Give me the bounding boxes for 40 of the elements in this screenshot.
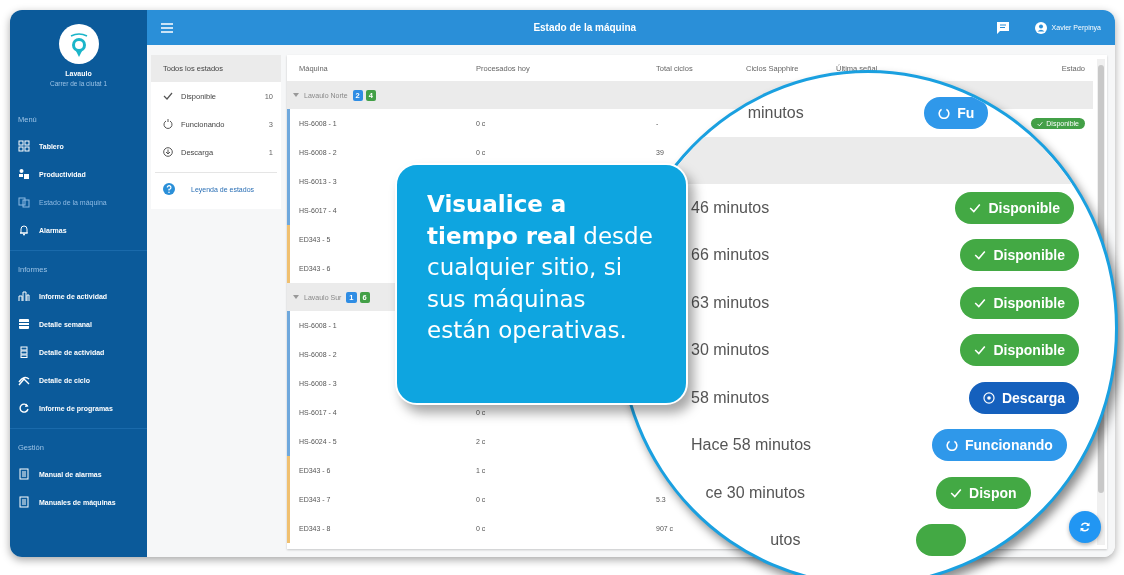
last-signal: minutos — [747, 103, 804, 122]
account-icon — [1034, 21, 1047, 34]
status-badge — [915, 524, 966, 557]
logo-icon — [58, 24, 99, 64]
last-signal: 58 minutos — [691, 388, 770, 407]
last-signal: 30 minutos — [691, 341, 770, 360]
check-icon — [163, 91, 173, 101]
last-signal: ce 30 minutos — [705, 483, 806, 502]
menu-icon[interactable] — [161, 22, 173, 33]
bars-icon — [18, 290, 30, 302]
status-badge: Disponible — [960, 334, 1079, 367]
status-badge: Disponible — [955, 191, 1075, 224]
last-signal: 46 minutos — [691, 198, 770, 217]
doc-icon — [18, 468, 30, 480]
last-signal: 63 minutos — [691, 293, 770, 312]
status-badge: Fu — [924, 96, 989, 129]
refresh-icon — [18, 402, 30, 414]
last-signal: utos — [770, 531, 801, 550]
page-title: Estado de la máquina — [532, 22, 638, 33]
cycle-icon — [18, 374, 30, 386]
spinner-icon — [163, 119, 173, 129]
table-icon — [18, 318, 30, 330]
status-badge: Descarga — [968, 381, 1079, 414]
last-signal: Hace 58 minutos — [691, 436, 812, 455]
bell-icon — [18, 224, 30, 236]
status-badge: Disponible — [960, 239, 1079, 272]
doc-icon — [18, 496, 30, 508]
stack-icon — [18, 346, 30, 358]
people-icon — [18, 168, 30, 180]
callout-text: Visualice a tiempo real desde cualquier sitio, si sus máquinas están operativas. — [427, 190, 654, 345]
machines-icon — [18, 196, 30, 208]
status-badge: Disponible — [960, 286, 1079, 319]
last-signal: 66 minutos — [691, 246, 770, 265]
help-icon — [163, 183, 175, 195]
refresh-icon — [1079, 521, 1091, 533]
chat-icon[interactable] — [996, 21, 1009, 34]
status-badge: Dispon — [936, 476, 1031, 509]
grid-icon — [18, 140, 30, 152]
download-icon — [163, 147, 173, 157]
status-badge: Funcionando — [932, 429, 1067, 462]
